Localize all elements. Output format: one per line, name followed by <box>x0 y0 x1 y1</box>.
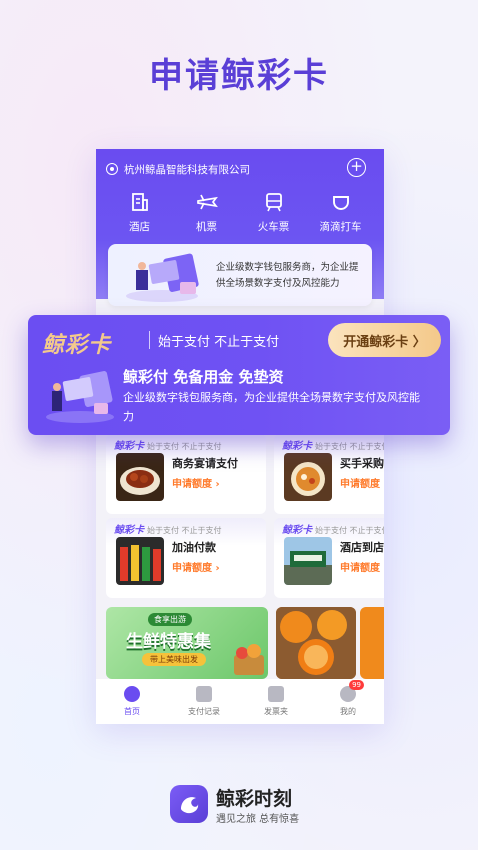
card-tag-slogan: 始于支付 不止于支付 <box>315 526 384 535</box>
card-tag-slogan: 始于支付 不止于支付 <box>147 442 222 451</box>
bottom-tabbar: 首页 支付记录 发票夹 99 我的 <box>96 679 384 724</box>
didi-icon <box>329 190 353 214</box>
wallet-illustration <box>126 253 199 302</box>
train-icon <box>262 190 286 214</box>
plane-icon <box>195 190 219 214</box>
card-title: 商务宴请支付 <box>172 457 238 470</box>
card-description: 企业级数字钱包服务商，为企业提供全场景数字支付及风控能力 <box>123 391 420 423</box>
banner-top-label: 食享出游 <box>148 613 192 626</box>
records-icon <box>196 686 212 702</box>
notification-badge: 99 <box>349 680 364 690</box>
service-didi[interactable]: 滴滴打车 <box>311 190 371 234</box>
banner-peek[interactable] <box>360 607 384 679</box>
banner-sub-label: 带上美味出发 <box>142 653 206 666</box>
home-icon <box>124 686 140 702</box>
card-tag-brand: 鲸彩卡 <box>282 441 312 452</box>
card-tag: 鲸彩卡 始于支付 不止于支付 <box>282 521 384 536</box>
hotel-image <box>284 537 332 585</box>
app-logo <box>170 785 208 823</box>
whale-logo-icon <box>181 797 199 814</box>
service-flight[interactable]: 机票 <box>177 190 237 234</box>
fresh-food-banner[interactable]: 食享出游 生鲜特惠集 带上美味出发 <box>106 607 268 679</box>
service-label: 机票 <box>196 221 217 233</box>
app-name: 鲸彩时刻 <box>216 788 293 810</box>
card-tag-brand: 鲸彩卡 <box>282 525 312 536</box>
profile-icon: 99 <box>340 680 364 702</box>
tab-label: 我的 <box>340 707 356 716</box>
tab-payment-records[interactable]: 支付记录 <box>174 686 234 717</box>
card-title: 买手采购 <box>340 457 384 470</box>
tab-home[interactable]: 首页 <box>102 686 162 717</box>
folder-icon <box>268 686 284 702</box>
add-button[interactable]: + <box>347 158 366 177</box>
dining-image <box>116 453 164 501</box>
hotel-icon <box>128 190 152 214</box>
banner-main-text: 生鲜特惠集 <box>126 632 211 652</box>
card-fuel-payment[interactable]: 鲸彩卡 始于支付 不止于支付 加油付款 申请额度 › <box>106 518 266 598</box>
card-slogan: 始于支付 不止于支付 <box>158 335 280 350</box>
card-tag-slogan: 始于支付 不止于支付 <box>147 526 222 535</box>
promo-card[interactable]: 企业级数字钱包服务商，为企业提供全场景数字支付及风控能力 <box>108 244 372 306</box>
card-tag-brand: 鲸彩卡 <box>114 525 144 536</box>
apply-quota-link[interactable]: 申请额度 › <box>172 475 220 490</box>
page-headline: 申请鲸彩卡 <box>149 56 329 96</box>
card-tag-brand: 鲸彩卡 <box>114 441 144 452</box>
company-icon <box>106 163 118 175</box>
apply-quota-link[interactable]: 申请额度 › <box>340 559 384 574</box>
card-tag: 鲸彩卡 始于支付 不止于支付 <box>282 437 384 452</box>
tab-label: 发票夹 <box>264 707 288 716</box>
card-business-dining[interactable]: 鲸彩卡 始于支付 不止于支付 商务宴请支付 申请额度 › <box>106 434 266 514</box>
service-label: 火车票 <box>257 221 290 233</box>
company-selector[interactable]: 杭州鲸晶智能科技有限公司 <box>106 160 250 178</box>
card-tag: 鲸彩卡 始于支付 不止于支付 <box>114 437 222 452</box>
apply-quota-link[interactable]: 申请额度 › <box>172 559 220 574</box>
banner-row: 食享出游 生鲜特惠集 带上美味出发 <box>96 607 384 679</box>
purchase-image <box>284 453 332 501</box>
oranges-banner[interactable] <box>276 607 356 679</box>
service-train[interactable]: 火车票 <box>244 190 304 234</box>
card-tag: 鲸彩卡 始于支付 不止于支付 <box>114 521 222 536</box>
card-buyer-purchase[interactable]: 鲸彩卡 始于支付 不止于支付 买手采购 申请额度 › <box>274 434 384 514</box>
app-slogan: 遇见之旅 总有惊喜 <box>216 814 300 825</box>
card-tag-slogan: 始于支付 不止于支付 <box>315 442 384 451</box>
card-hotel-payment[interactable]: 鲸彩卡始于支付 不止于支付 酒店到店付 申请额度 › <box>274 518 384 598</box>
fuel-image <box>116 537 164 585</box>
service-hotel[interactable]: 酒店 <box>110 190 170 234</box>
tab-label: 首页 <box>124 707 140 716</box>
service-label: 滴滴打车 <box>319 221 362 233</box>
card-headline: 鲸彩付 免备用金 免垫资 <box>123 368 284 386</box>
jingcai-card-promo[interactable]: 鲸彩卡 始于支付 不止于支付 开通鲸彩卡 〉 鲸彩付 免备用金 免垫资 企业级数… <box>28 315 450 435</box>
card-brand-logo: 鲸彩卡 <box>42 332 112 358</box>
tab-label: 支付记录 <box>188 707 220 716</box>
apply-quota-link[interactable]: 申请额度 › <box>340 475 384 490</box>
fruit-basket-icon <box>234 644 264 675</box>
service-label: 酒店 <box>129 221 150 233</box>
card-title: 加油付款 <box>172 541 216 554</box>
card-title: 酒店到店付 <box>340 541 384 554</box>
tab-mine[interactable]: 99 我的 <box>318 680 378 717</box>
oranges-image <box>276 607 356 679</box>
service-nav: 酒店 机票 火车票 滴滴打车 <box>96 190 384 234</box>
open-card-button[interactable]: 开通鲸彩卡 〉 <box>328 323 441 357</box>
tab-invoices[interactable]: 发票夹 <box>246 686 306 717</box>
divider <box>149 331 150 349</box>
company-name: 杭州鲸晶智能科技有限公司 <box>124 163 250 176</box>
wallet-illustration <box>46 370 114 423</box>
promo-text: 企业级数字钱包服务商，为企业提供全场景数字支付及风控能力 <box>216 262 359 289</box>
phone-mockup: 杭州鲸晶智能科技有限公司 + 酒店 机票 火车票 滴滴打车 企业级数字钱包服务商… <box>96 149 384 724</box>
